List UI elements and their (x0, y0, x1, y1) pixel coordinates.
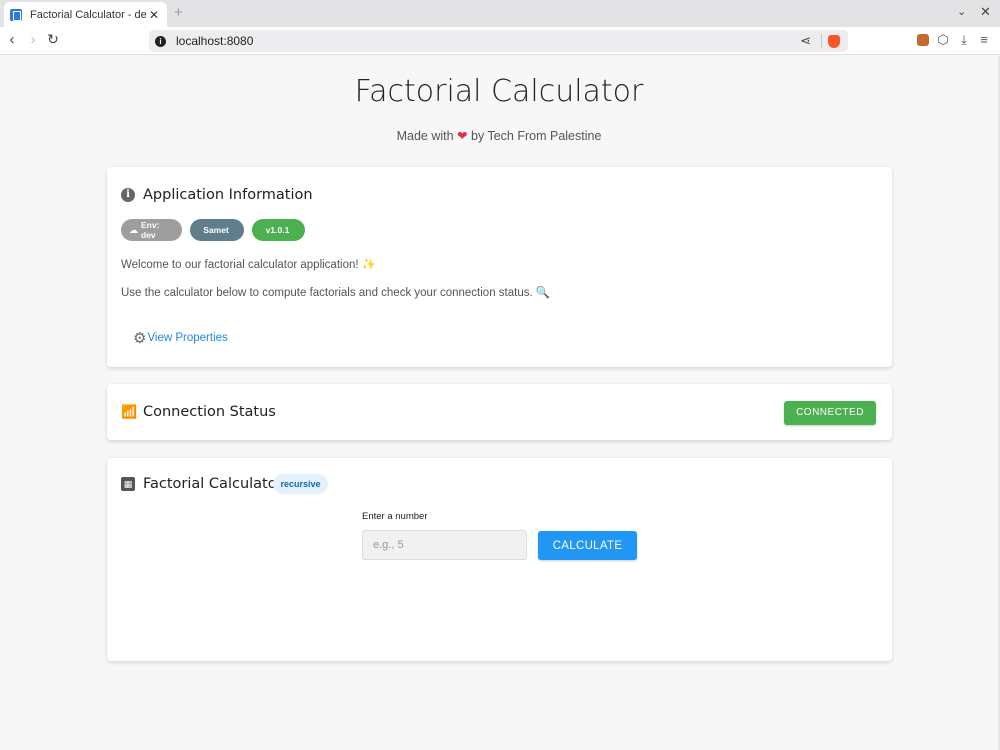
env-chip-label: Env: dev (141, 220, 160, 240)
gear-icon: ⚙ (133, 330, 147, 347)
mode-badge: recursive (273, 474, 328, 494)
calculator-icon: ▦ (121, 477, 135, 491)
app-info-header: i Application Information (121, 187, 313, 203)
version-chip-label: v1.0.1 (265, 225, 290, 235)
connection-card: 📶 Connection Status CONNECTED (107, 384, 892, 440)
page-content: Factorial Calculator Made with ❤ by Tech… (0, 56, 1000, 750)
cloud-icon: ☁ (129, 224, 138, 235)
instructions-text: Use the calculator below to compute fact… (121, 285, 550, 299)
subtitle-suffix: by Tech From Palestine (471, 129, 602, 143)
magnifier-icon: 🔍 (535, 287, 551, 299)
wallet-icon[interactable] (917, 34, 929, 46)
number-input[interactable] (362, 530, 527, 560)
info-icon: i (121, 188, 135, 202)
view-properties-label[interactable]: View Properties (147, 332, 227, 344)
calculator-header: ▦ Factorial Calculator (121, 476, 283, 492)
instructions-message: Use the calculator below to compute fact… (121, 287, 533, 299)
page-subtitle: Made with ❤ by Tech From Palestine (0, 128, 998, 143)
reload-icon[interactable]: ↻ (44, 31, 62, 48)
page-title: Factorial Calculator (354, 74, 644, 109)
info-chips: ☁ Env: dev Samet v1.0.1 (121, 219, 313, 241)
connection-title: Connection Status (143, 404, 276, 420)
calculator-card: ▦ Factorial Calculator recursive Enter a… (107, 458, 892, 661)
favicon-icon (10, 8, 22, 21)
divider (821, 34, 822, 48)
forward-icon[interactable]: › (24, 31, 42, 48)
version-chip: v1.0.1 (252, 219, 305, 241)
welcome-message: Welcome to our factorial calculator appl… (121, 259, 359, 271)
address-bar[interactable]: i localhost:8080 ⋖ (149, 30, 848, 52)
connection-status-badge: CONNECTED (784, 401, 876, 425)
brave-shields-icon[interactable] (828, 34, 840, 48)
tab-title: Factorial Calculator - dev (30, 8, 147, 21)
browser-tab-bar: Factorial Calculator - dev ✕ + ⌄ ✕ (0, 0, 1000, 27)
calculator-title: Factorial Calculator (143, 476, 283, 492)
browser-nav-bar: ‹ › ↻ i localhost:8080 ⋖ ⬡ ⤓ ≡ (0, 27, 1000, 55)
calculate-button[interactable]: CALCULATE (538, 531, 637, 560)
app-info-card: i Application Information ☁ Env: dev Sam… (107, 167, 892, 367)
view-properties-button[interactable]: ⚙ View Properties (133, 329, 228, 347)
chevron-down-icon[interactable]: ⌄ (957, 5, 966, 18)
window-close-icon[interactable]: ✕ (980, 4, 991, 20)
download-icon[interactable]: ⤓ (957, 33, 971, 47)
welcome-text: Welcome to our factorial calculator appl… (121, 257, 376, 271)
close-tab-icon[interactable]: ✕ (147, 8, 161, 22)
browser-tab[interactable]: Factorial Calculator - dev ✕ (4, 2, 167, 27)
sparkles-icon: ✨ (361, 259, 377, 271)
extensions-icon[interactable]: ⬡ (936, 33, 950, 47)
new-tab-icon[interactable]: + (174, 4, 183, 21)
connection-header: 📶 Connection Status (121, 404, 276, 420)
subtitle-prefix: Made with (396, 129, 454, 143)
app-info-title: Application Information (143, 187, 313, 203)
menu-icon[interactable]: ≡ (977, 33, 991, 47)
env-chip: ☁ Env: dev (121, 219, 182, 241)
wifi-icon: 📶 (121, 404, 138, 419)
user-chip: Samet (190, 219, 244, 241)
share-icon[interactable]: ⋖ (800, 33, 811, 49)
back-icon[interactable]: ‹ (3, 31, 21, 48)
heart-icon: ❤ (457, 129, 468, 143)
url-text[interactable]: localhost:8080 (176, 34, 800, 48)
site-info-icon[interactable]: i (155, 35, 166, 47)
user-chip-label: Samet (203, 225, 229, 235)
number-input-label: Enter a number (362, 511, 428, 522)
